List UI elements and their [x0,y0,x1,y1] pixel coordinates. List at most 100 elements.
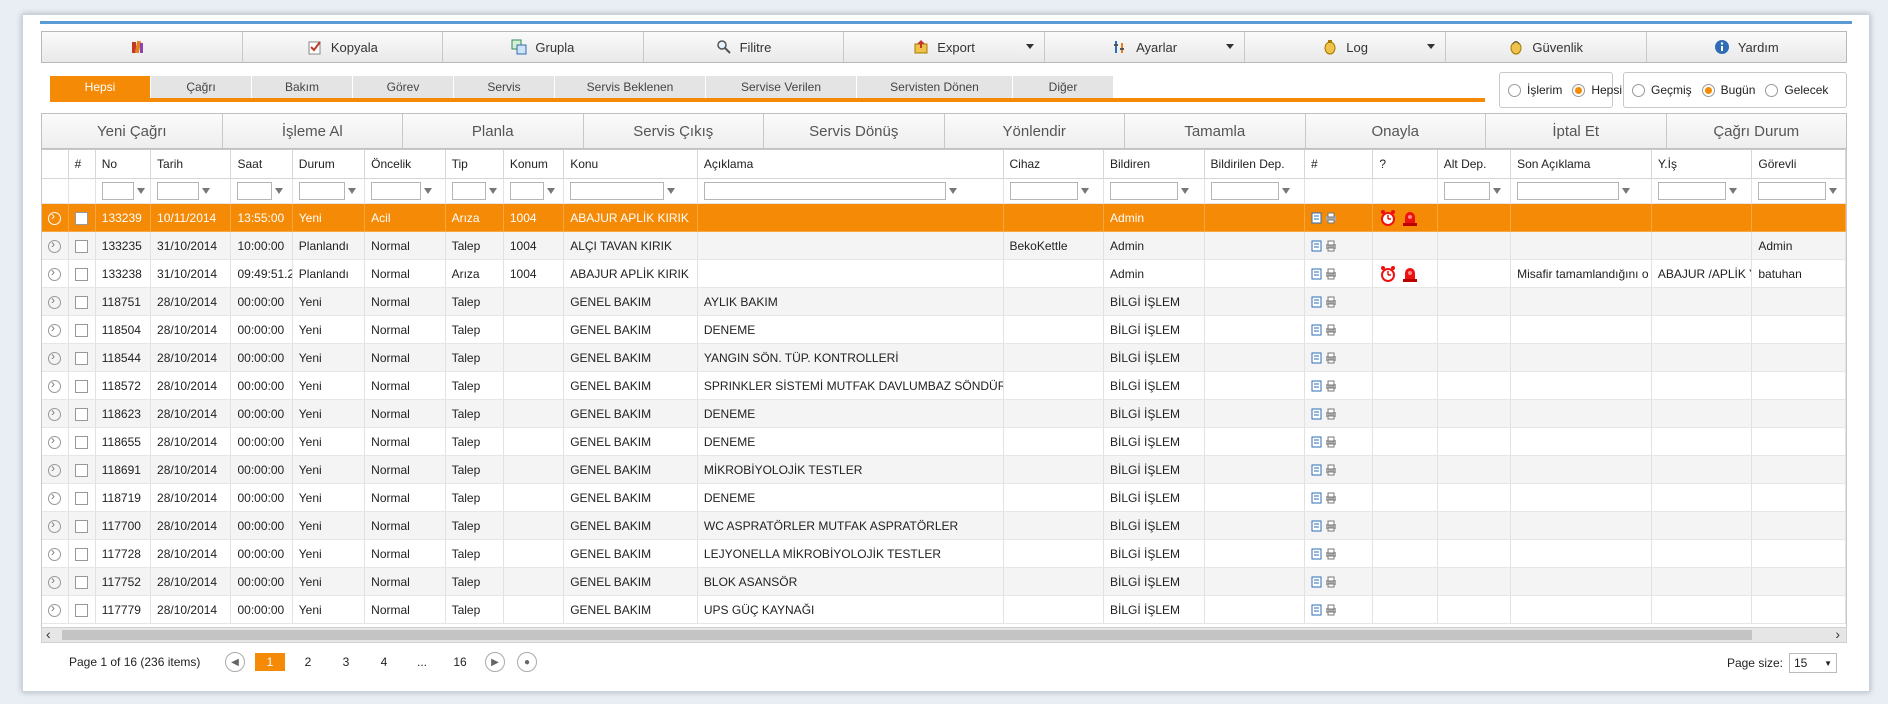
edit-doc-icon[interactable] [1311,352,1323,364]
action-isleme-al[interactable]: İşleme Al [223,114,403,148]
row-checkbox-cell[interactable] [68,203,96,232]
filter-input[interactable] [298,182,345,200]
filter-icon[interactable] [347,188,356,194]
row-checkbox[interactable] [74,379,88,393]
edit-doc-icon[interactable] [1311,324,1323,336]
tab-servis[interactable]: Servis [454,76,555,98]
toolbar-yardim-button[interactable]: Yardım [1647,32,1847,62]
print-icon[interactable] [1325,212,1337,224]
print-icon[interactable] [1325,576,1337,588]
row-expander[interactable] [42,259,69,288]
edit-doc-icon[interactable] [1311,520,1323,532]
table-row[interactable]: 11854428/10/201400:00:00YeniNormalTalep G… [42,343,1846,372]
export-dropdown-icon[interactable] [1025,44,1034,49]
print-icon[interactable] [1325,408,1337,420]
page-1[interactable]: 1 [255,653,285,671]
radio-gelecek-dot[interactable] [1765,83,1779,97]
arrow-right-circle-icon[interactable] [48,405,61,421]
print-icon[interactable] [1325,436,1337,448]
edit-doc-icon[interactable] [1311,604,1323,616]
filter-input[interactable] [703,182,946,200]
row-checkbox-cell[interactable] [68,371,96,400]
row-expander[interactable] [42,371,69,400]
column-header[interactable]: Konum [503,150,565,179]
print-icon[interactable] [1325,296,1337,308]
arrow-right-circle-icon[interactable] [48,433,61,449]
filter-icon[interactable] [948,188,957,194]
table-row[interactable]: 11772828/10/201400:00:00YeniNormalTalep G… [42,539,1846,568]
print-icon[interactable] [1325,380,1337,392]
toolbar-books-button[interactable] [42,32,243,62]
row-checkbox-cell[interactable] [68,511,96,540]
log-dropdown-icon[interactable] [1426,44,1435,49]
filter-input[interactable] [1758,182,1827,200]
page-size-select[interactable]: 15 ▼ [1789,653,1837,673]
arrow-right-circle-icon[interactable] [48,209,61,225]
toolbar-grupla-button[interactable]: Grupla [443,32,644,62]
filter-input[interactable] [1517,182,1620,200]
table-row[interactable]: 11865528/10/201400:00:00YeniNormalTalep G… [42,427,1846,456]
row-expander[interactable] [42,427,69,456]
action-servis-donus[interactable]: Servis Dönüş [764,114,945,148]
scroll-right-icon[interactable]: › [1835,626,1840,642]
filter-icon[interactable] [1829,188,1838,194]
column-header[interactable]: Bildiren [1103,150,1205,179]
radio-islerim[interactable]: İşlerim [1508,83,1562,97]
row-expander[interactable] [42,511,69,540]
row-checkbox[interactable] [74,267,88,281]
row-checkbox-cell[interactable] [68,455,96,484]
row-checkbox[interactable] [74,351,88,365]
table-row[interactable]: 11850428/10/201400:00:00YeniNormalTalep G… [42,315,1846,344]
tab-hepsi[interactable]: Hepsi [50,76,151,98]
print-icon[interactable] [1325,352,1337,364]
page-ellipsis[interactable]: ... [407,655,437,669]
arrow-right-circle-icon[interactable] [48,321,61,337]
table-row[interactable]: 13323531/10/201410:00:00PlanlandıNormalT… [42,231,1846,260]
print-icon[interactable] [1325,492,1337,504]
row-checkbox[interactable] [74,463,88,477]
row-expander[interactable] [42,455,69,484]
row-expander[interactable] [42,203,69,232]
row-checkbox-cell[interactable] [68,427,96,456]
filter-icon[interactable] [1622,188,1631,194]
filter-input[interactable] [1657,182,1726,200]
column-header[interactable]: Son Açıklama [1510,150,1652,179]
page-2[interactable]: 2 [293,655,323,669]
row-checkbox-cell[interactable] [68,287,96,316]
table-row[interactable]: 11770028/10/201400:00:00YeniNormalTalep G… [42,511,1846,540]
edit-doc-icon[interactable] [1311,548,1323,560]
edit-doc-icon[interactable] [1311,268,1323,280]
column-header[interactable] [42,150,69,179]
row-checkbox-cell[interactable] [68,483,96,512]
row-expander[interactable] [42,567,69,596]
edit-doc-icon[interactable] [1311,212,1323,224]
radio-islerim-dot[interactable] [1508,83,1521,97]
arrow-right-circle-icon[interactable] [48,517,61,533]
radio-gecmis[interactable]: Geçmiş [1632,83,1692,97]
print-icon[interactable] [1325,240,1337,252]
filter-input[interactable] [371,182,422,200]
column-header[interactable]: Öncelik [364,150,446,179]
arrow-right-circle-icon[interactable] [48,377,61,393]
row-checkbox[interactable] [74,435,88,449]
radio-bugun[interactable]: Bugün [1701,83,1755,97]
row-checkbox-cell[interactable] [68,343,96,372]
filter-input[interactable] [1210,182,1279,200]
filter-input[interactable] [1009,182,1078,200]
filter-input[interactable] [157,182,200,200]
filter-icon[interactable] [202,188,211,194]
action-yonlendir[interactable]: Yönlendir [945,114,1125,148]
column-header[interactable]: Durum [292,150,366,179]
scroll-thumb[interactable] [62,630,1752,640]
arrow-right-circle-icon[interactable] [48,545,61,561]
row-checkbox-cell[interactable] [68,399,96,428]
page-3[interactable]: 3 [331,655,361,669]
arrow-right-circle-icon[interactable] [48,489,61,505]
tab-diger[interactable]: Diğer [1013,76,1114,98]
column-header[interactable]: Cihaz [1003,150,1105,179]
print-icon[interactable] [1325,324,1337,336]
next-page-icon[interactable]: ▶ [485,652,505,672]
ayarlar-dropdown-icon[interactable] [1226,44,1235,49]
filter-icon[interactable] [1281,188,1290,194]
action-planla[interactable]: Planla [403,114,584,148]
